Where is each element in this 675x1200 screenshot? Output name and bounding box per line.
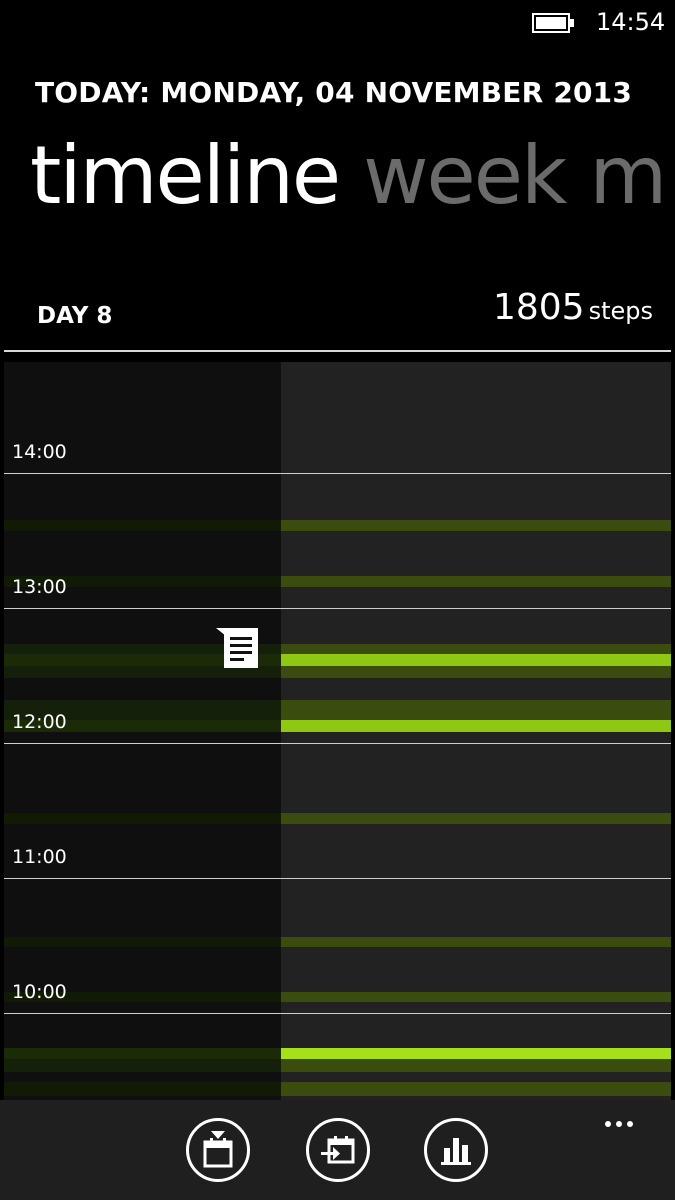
activity-band: [4, 576, 671, 587]
today-date-label: TODAY: MONDAY, 04 NOVEMBER 2013: [35, 76, 633, 109]
activity-band: [4, 1048, 671, 1059]
steps-summary: 1805 steps: [493, 286, 653, 330]
ellipsis-icon[interactable]: [605, 1112, 645, 1128]
status-bar: 14:54: [0, 0, 675, 44]
day-label: DAY 8: [37, 303, 113, 329]
tab-timeline[interactable]: timeline: [30, 129, 341, 222]
steps-count: 1805: [492, 287, 585, 328]
activity-band: [4, 520, 671, 531]
hour-label: 12:00: [12, 711, 67, 733]
activity-band: [4, 1082, 671, 1096]
steps-unit: steps: [588, 297, 653, 325]
hour-line: [4, 878, 671, 879]
app-bar: [0, 1100, 675, 1200]
activity-band: [4, 937, 671, 947]
bar-chart-icon: [441, 1138, 471, 1165]
activity-timeline[interactable]: 14:00 13:00 12:00 11:00 10:00: [4, 362, 671, 1100]
tab-next[interactable]: m: [589, 129, 667, 222]
statistics-button[interactable]: [424, 1118, 488, 1182]
note-icon[interactable]: [214, 626, 260, 670]
hour-line: [4, 1013, 671, 1014]
activity-band: [4, 654, 671, 666]
hour-label: 10:00: [12, 981, 67, 1003]
hour-line: [4, 473, 671, 474]
battery-icon: [532, 13, 574, 33]
tab-week[interactable]: week: [363, 129, 567, 222]
hour-line: [4, 608, 671, 609]
activity-band: [4, 720, 671, 732]
calendar-import-icon: [321, 1136, 355, 1164]
hour-label: 11:00: [12, 846, 67, 868]
status-clock: 14:54: [596, 8, 666, 36]
activity-band: [4, 992, 671, 1002]
header-divider: [4, 350, 671, 352]
activity-band: [4, 813, 671, 824]
hour-line: [4, 743, 671, 744]
calendar-download-icon: [203, 1131, 233, 1168]
pivot-header: timeline week m: [30, 126, 675, 226]
hour-label: 14:00: [12, 441, 67, 463]
calendar-import-button[interactable]: [306, 1118, 370, 1182]
calendar-download-button[interactable]: [186, 1118, 250, 1182]
hour-label: 13:00: [12, 576, 67, 598]
